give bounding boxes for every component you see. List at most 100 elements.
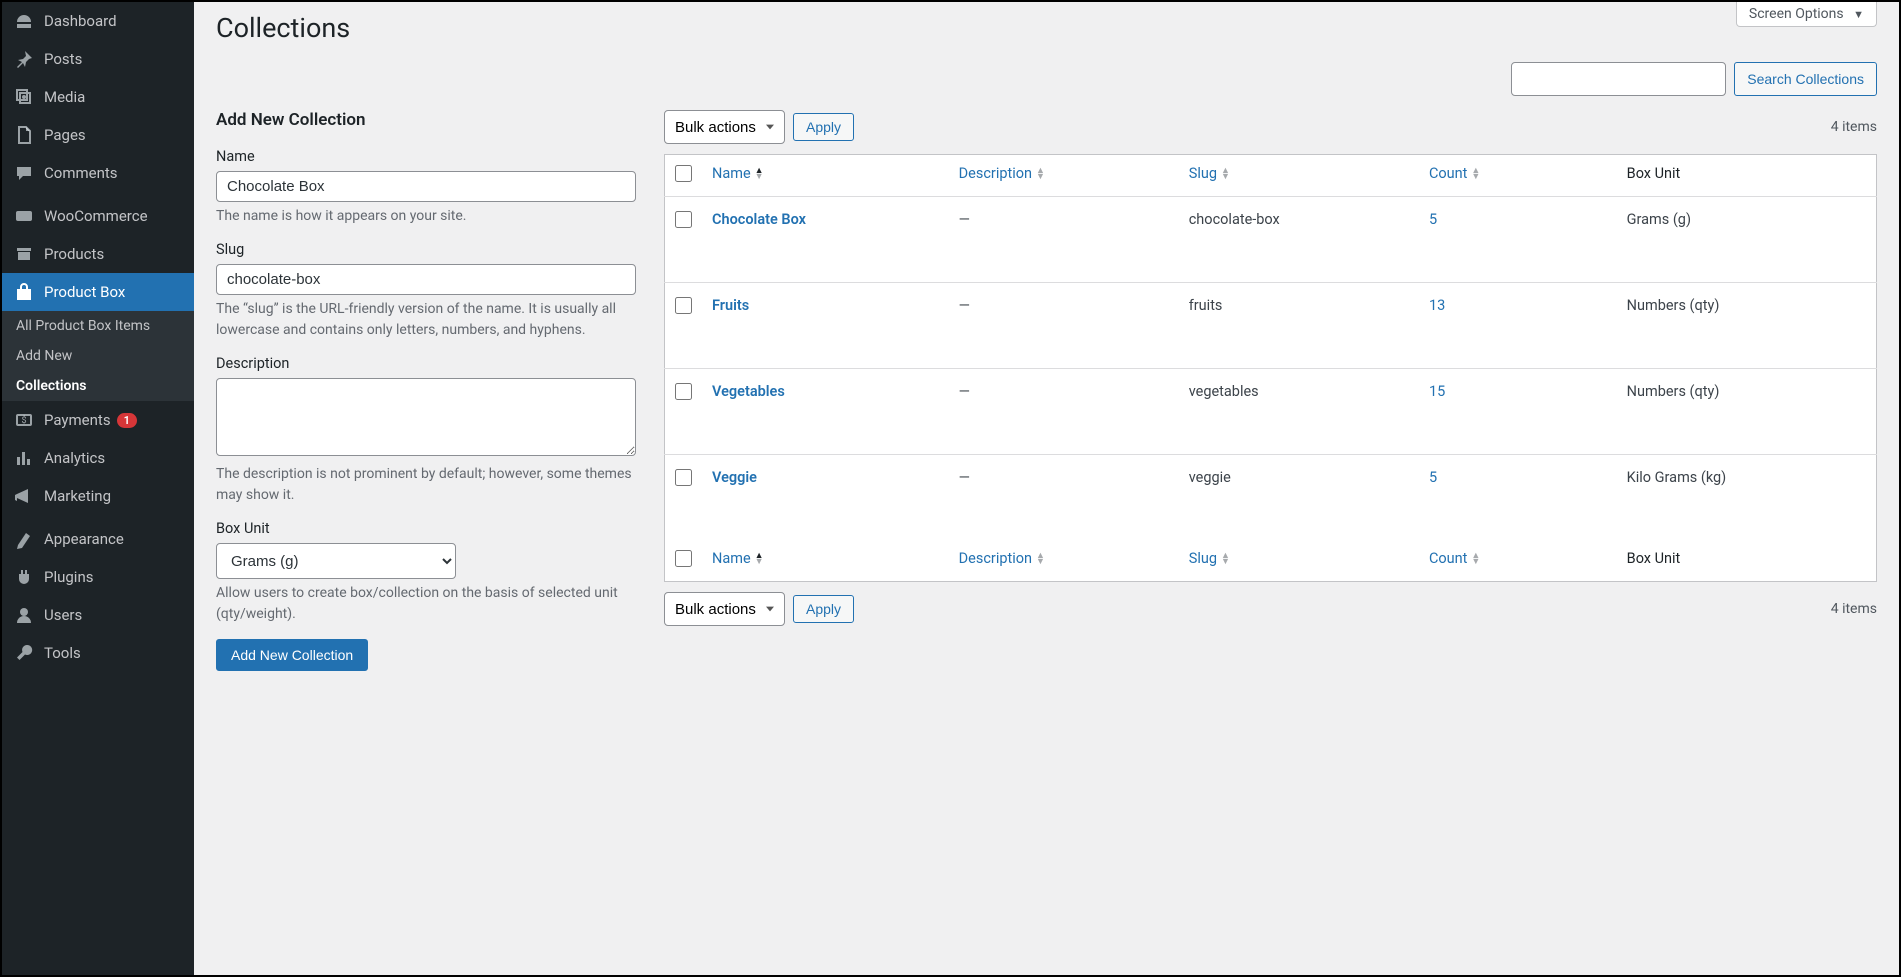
sidebar-item-label: Media — [44, 88, 85, 106]
row-slug: vegetables — [1179, 369, 1419, 455]
sidebar-item-tools[interactable]: Tools — [2, 634, 194, 672]
apply-button-top[interactable]: Apply — [793, 113, 854, 141]
sidebar-item-label: Comments — [44, 164, 118, 182]
column-header-slug[interactable]: Slug▲▼ — [1179, 540, 1419, 582]
sidebar-item-appearance[interactable]: Appearance — [2, 520, 194, 558]
sort-icon: ▲▼ — [1471, 168, 1480, 180]
row-count-link[interactable]: 5 — [1429, 469, 1437, 486]
sidebar-item-dashboard[interactable]: Dashboard — [2, 2, 194, 40]
slug-label: Slug — [216, 241, 636, 258]
screen-options-toggle[interactable]: Screen Options ▼ — [1736, 2, 1877, 27]
page-title: Collections — [216, 2, 1877, 62]
row-checkbox[interactable] — [675, 211, 692, 228]
boxunit-help: Allow users to create box/collection on … — [216, 583, 636, 625]
row-slug: fruits — [1179, 283, 1419, 369]
row-count-link[interactable]: 15 — [1429, 383, 1445, 400]
description-textarea[interactable] — [216, 378, 636, 456]
sidebar-item-woocommerce[interactable]: WooCommerce — [2, 197, 194, 235]
column-header-description[interactable]: Description▲▼ — [949, 540, 1179, 582]
sidebar-item-label: Products — [44, 245, 104, 263]
sort-icon: ▲▼ — [1221, 168, 1230, 180]
row-description: — — [949, 283, 1179, 369]
select-all-checkbox[interactable] — [675, 165, 692, 182]
boxunit-select[interactable]: Grams (g) — [216, 543, 456, 579]
items-count-top: 4 items — [1831, 119, 1877, 135]
slug-input[interactable] — [216, 264, 636, 295]
row-name-link[interactable]: Veggie — [712, 469, 757, 486]
sidebar-item-product-box[interactable]: Product Box — [2, 273, 194, 311]
collections-table: Name▲▼Description▲▼Slug▲▼Count▲▼Box Unit… — [664, 154, 1877, 582]
row-boxunit: Kilo Grams (kg) — [1617, 455, 1877, 541]
archive-icon — [14, 244, 34, 264]
marketing-icon — [14, 486, 34, 506]
sidebar-item-plugins[interactable]: Plugins — [2, 558, 194, 596]
woo-icon — [14, 206, 34, 226]
sidebar-item-label: Appearance — [44, 530, 124, 548]
items-count-bottom: 4 items — [1831, 601, 1877, 617]
description-label: Description — [216, 355, 636, 372]
column-header-name[interactable]: Name▲▼ — [702, 540, 949, 582]
sidebar-item-users[interactable]: Users — [2, 596, 194, 634]
sort-icon: ▲▼ — [1036, 168, 1045, 180]
row-description: — — [949, 455, 1179, 541]
row-description: — — [949, 369, 1179, 455]
row-count-link[interactable]: 13 — [1429, 297, 1445, 314]
search-input[interactable] — [1511, 62, 1726, 96]
users-icon — [14, 605, 34, 625]
sidebar-item-products[interactable]: Products — [2, 235, 194, 273]
dashboard-icon — [14, 11, 34, 31]
sort-icon: ▲▼ — [1036, 553, 1045, 565]
plugins-icon — [14, 567, 34, 587]
media-icon — [14, 87, 34, 107]
boxunit-label: Box Unit — [216, 520, 636, 537]
row-count-link[interactable]: 5 — [1429, 211, 1437, 228]
column-header-count[interactable]: Count▲▼ — [1419, 540, 1617, 582]
add-new-collection-button[interactable]: Add New Collection — [216, 639, 368, 671]
bulk-actions-select-bottom[interactable]: Bulk actions — [664, 592, 785, 626]
sidebar-item-comments[interactable]: Comments — [2, 154, 194, 192]
apply-button-bottom[interactable]: Apply — [793, 595, 854, 623]
row-name-link[interactable]: Chocolate Box — [712, 211, 806, 228]
column-header-description[interactable]: Description▲▼ — [949, 155, 1179, 197]
row-checkbox[interactable] — [675, 383, 692, 400]
table-row: Chocolate Box—chocolate-box5Grams (g) — [665, 197, 1877, 283]
sidebar-sub-item-collections[interactable]: Collections — [2, 371, 194, 401]
pin-icon — [14, 49, 34, 69]
description-help: The description is not prominent by defa… — [216, 464, 636, 506]
sidebar-item-label: Payments — [44, 411, 111, 429]
sidebar-item-posts[interactable]: Posts — [2, 40, 194, 78]
select-all-checkbox[interactable] — [675, 550, 692, 567]
sidebar-item-analytics[interactable]: Analytics — [2, 439, 194, 477]
sidebar-item-label: WooCommerce — [44, 207, 148, 225]
column-header-name[interactable]: Name▲▼ — [702, 155, 949, 197]
table-row: Vegetables—vegetables15Numbers (qty) — [665, 369, 1877, 455]
column-header-count[interactable]: Count▲▼ — [1419, 155, 1617, 197]
sidebar-item-media[interactable]: Media — [2, 78, 194, 116]
sidebar-item-label: Users — [44, 606, 82, 624]
table-row: Veggie—veggie5Kilo Grams (kg) — [665, 455, 1877, 541]
sidebar-sub-item-all-product-box-items[interactable]: All Product Box Items — [2, 311, 194, 341]
row-name-link[interactable]: Vegetables — [712, 383, 785, 400]
row-boxunit: Grams (g) — [1617, 197, 1877, 283]
sort-icon: ▲▼ — [755, 168, 764, 180]
bag-icon — [14, 282, 34, 302]
svg-text:$: $ — [21, 415, 26, 426]
caret-down-icon: ▼ — [1853, 8, 1864, 21]
sidebar-sub-item-add-new[interactable]: Add New — [2, 341, 194, 371]
row-checkbox[interactable] — [675, 297, 692, 314]
form-title: Add New Collection — [216, 110, 636, 130]
sidebar-item-payments[interactable]: $Payments1 — [2, 401, 194, 439]
sort-icon: ▲▼ — [755, 553, 764, 565]
screen-options-label: Screen Options — [1749, 6, 1844, 22]
column-header-slug[interactable]: Slug▲▼ — [1179, 155, 1419, 197]
row-checkbox[interactable] — [675, 469, 692, 486]
sort-icon: ▲▼ — [1471, 553, 1480, 565]
search-collections-button[interactable]: Search Collections — [1734, 62, 1877, 96]
sidebar-item-marketing[interactable]: Marketing — [2, 477, 194, 515]
add-new-form: Add New Collection Name The name is how … — [216, 110, 636, 671]
sidebar-item-pages[interactable]: Pages — [2, 116, 194, 154]
column-header-boxunit: Box Unit — [1617, 155, 1877, 197]
bulk-actions-select-top[interactable]: Bulk actions — [664, 110, 785, 144]
row-name-link[interactable]: Fruits — [712, 297, 749, 314]
name-input[interactable] — [216, 171, 636, 202]
